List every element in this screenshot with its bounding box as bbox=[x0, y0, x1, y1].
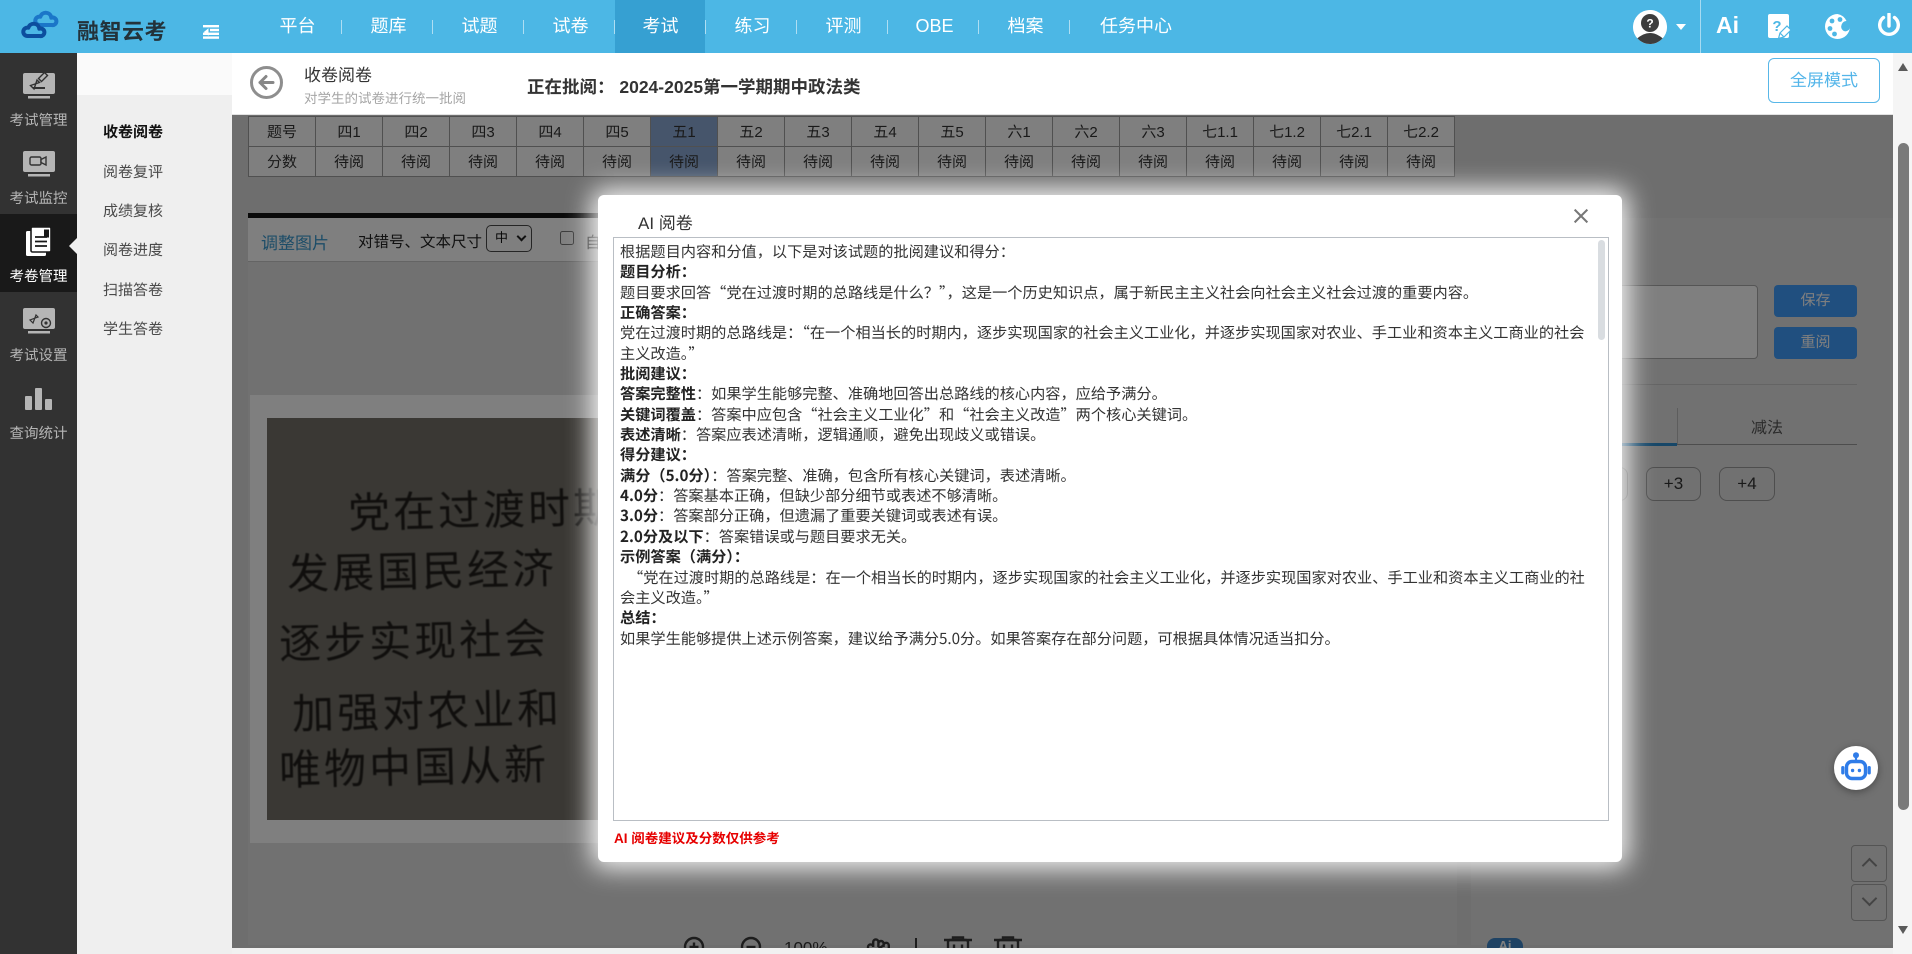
svg-text:?: ? bbox=[1646, 17, 1653, 31]
